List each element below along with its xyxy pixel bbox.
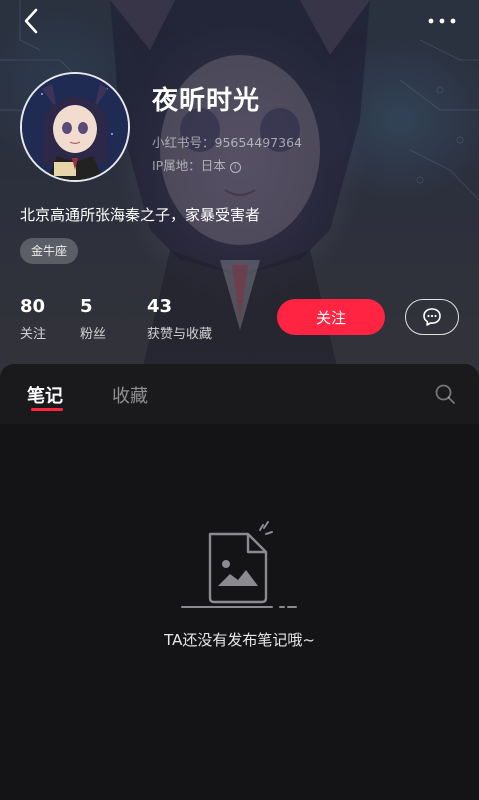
avatar[interactable] [20, 72, 130, 182]
empty-state-message: TA还没有发布笔记哦~ [164, 631, 315, 649]
back-icon[interactable] [18, 6, 48, 36]
bio-text: 北京高通所张海秦之子，家暴受害者 [20, 206, 261, 224]
ip-location-label: IP属地：日本 [152, 158, 226, 173]
empty-notes-illustration-icon [181, 521, 297, 608]
stat-label: 粉丝 [80, 327, 107, 342]
avatar-image [22, 74, 128, 180]
stat-likes[interactable]: 43 获赞与收藏 [147, 296, 212, 342]
content-tabs: 笔记 收藏 [0, 364, 479, 424]
search-icon[interactable] [433, 382, 457, 406]
zodiac-tag: 金牛座 [20, 238, 79, 264]
tab-notes[interactable]: 笔记 [27, 382, 63, 408]
chat-button[interactable] [405, 299, 459, 335]
follow-button[interactable]: 关注 [277, 299, 385, 335]
chat-bubble-icon [423, 308, 441, 326]
profile-header: 夜昕时光 小红书号：95654497364 IP属地：日本 i 北京高通所张海秦之… [0, 0, 479, 380]
ip-location: IP属地：日本 i [152, 155, 241, 174]
stat-number: 5 [80, 296, 93, 317]
info-icon[interactable]: i [229, 162, 241, 173]
stat-label: 获赞与收藏 [147, 327, 213, 342]
active-tab-indicator [31, 408, 63, 411]
stat-label: 关注 [20, 327, 47, 342]
tab-collections[interactable]: 收藏 [112, 382, 148, 408]
stat-number: 43 [147, 296, 173, 317]
stat-followers[interactable]: 5 粉丝 [80, 296, 106, 342]
stat-number: 80 [20, 296, 46, 317]
user-id-label: 小红书号：95654497364 [152, 135, 302, 150]
more-dots-icon[interactable] [425, 8, 459, 34]
notes-content-area: TA还没有发布笔记哦~ [0, 424, 479, 800]
stat-following[interactable]: 80 关注 [20, 296, 46, 342]
nickname: 夜昕时光 [152, 86, 261, 116]
